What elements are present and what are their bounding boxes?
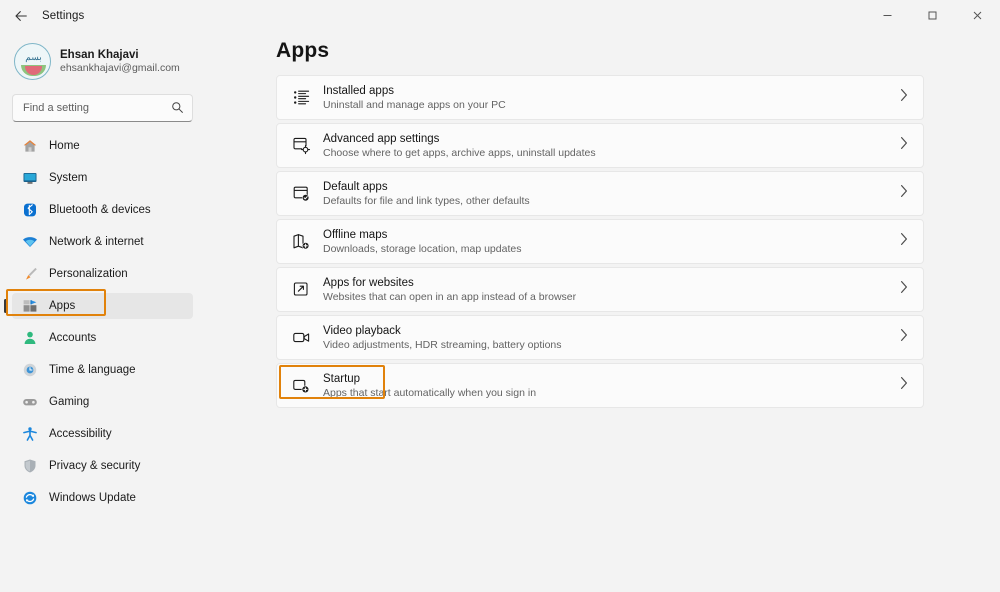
close-icon — [973, 11, 982, 20]
wifi-icon — [23, 237, 37, 247]
chevron-right-icon — [899, 328, 909, 347]
gamepad-icon — [23, 399, 37, 406]
sidebar-item-label: Accounts — [49, 332, 97, 344]
offline-maps-icon — [289, 230, 313, 254]
sidebar-item-label: Apps — [49, 300, 76, 312]
sidebar-item-label: Personalization — [49, 268, 128, 280]
apps-icon — [23, 300, 37, 312]
close-button[interactable] — [955, 0, 1000, 31]
arrow-left-icon — [15, 10, 27, 21]
sidebar-nav: Home System Bluetooth & devices Network … — [0, 133, 205, 511]
chevron-right-icon — [899, 136, 909, 155]
account-email: ehsankhajavi@gmail.com — [60, 62, 180, 74]
maximize-icon — [928, 11, 937, 20]
accessibility-icon — [23, 427, 37, 441]
row-subtitle: Defaults for file and link types, other … — [323, 194, 530, 207]
chevron-right-icon — [899, 280, 909, 299]
apps-for-websites-icon — [289, 278, 313, 302]
back-button[interactable] — [6, 2, 36, 30]
clock-icon — [23, 363, 37, 377]
window-controls — [865, 0, 1000, 31]
maximize-button[interactable] — [910, 0, 955, 31]
sidebar-item-label: Home — [49, 140, 80, 152]
home-icon — [23, 140, 37, 152]
sidebar-item-network-internet[interactable]: Network & internet — [12, 229, 193, 255]
row-subtitle: Downloads, storage location, map updates — [323, 242, 522, 255]
row-title: Offline maps — [323, 228, 388, 241]
sidebar-item-label: Bluetooth & devices — [49, 204, 151, 216]
sidebar: بسم Ehsan Khajavi ehsankhajavi@gmail.com — [0, 31, 205, 592]
row-title: Startup — [323, 372, 361, 385]
startup-icon — [289, 374, 313, 398]
sidebar-item-accounts[interactable]: Accounts — [12, 325, 193, 351]
installed-apps-icon — [289, 86, 313, 110]
account-tile[interactable]: بسم Ehsan Khajavi ehsankhajavi@gmail.com — [0, 31, 205, 83]
settings-window: Settings بسم Ehsan Khajavi ehsankhajavi@… — [0, 0, 1000, 592]
row-subtitle: Video adjustments, HDR streaming, batter… — [323, 338, 562, 351]
video-playback-icon — [289, 326, 313, 350]
default-apps-icon — [289, 182, 313, 206]
account-name: Ehsan Khajavi — [60, 49, 139, 61]
settings-row-advanced-app-settings[interactable]: Advanced app settings Choose where to ge… — [276, 123, 924, 168]
row-subtitle: Apps that start automatically when you s… — [323, 386, 537, 399]
row-title: Default apps — [323, 180, 388, 193]
minimize-button[interactable] — [865, 0, 910, 31]
sidebar-item-accessibility[interactable]: Accessibility — [12, 421, 193, 447]
row-subtitle: Choose where to get apps, archive apps, … — [323, 146, 596, 159]
row-title: Advanced app settings — [323, 132, 440, 145]
sidebar-item-label: Accessibility — [49, 428, 112, 440]
chevron-right-icon — [899, 88, 909, 107]
sidebar-item-label: Windows Update — [49, 492, 136, 504]
settings-row-startup[interactable]: Startup Apps that start automatically wh… — [276, 363, 924, 408]
sidebar-item-label: Privacy & security — [49, 460, 141, 472]
row-title: Video playback — [323, 324, 401, 337]
chevron-right-icon — [899, 184, 909, 203]
page-title: Apps — [276, 39, 330, 62]
paintbrush-icon — [26, 267, 37, 280]
settings-row-apps-for-websites[interactable]: Apps for websites Websites that can open… — [276, 267, 924, 312]
sidebar-item-bluetooth-devices[interactable]: Bluetooth & devices — [12, 197, 193, 223]
settings-card-list: Installed apps Uninstall and manage apps… — [276, 75, 924, 411]
sidebar-item-privacy-security[interactable]: Privacy & security — [12, 453, 193, 479]
settings-row-offline-maps[interactable]: Offline maps Downloads, storage location… — [276, 219, 924, 264]
chevron-right-icon — [899, 376, 909, 395]
sidebar-item-label: Gaming — [49, 396, 90, 408]
sidebar-item-gaming[interactable]: Gaming — [12, 389, 193, 415]
row-title: Apps for websites — [323, 276, 414, 289]
settings-row-video-playback[interactable]: Video playback Video adjustments, HDR st… — [276, 315, 924, 360]
shield-icon — [24, 459, 36, 473]
update-icon — [23, 491, 37, 505]
search-container — [0, 83, 205, 122]
sidebar-item-personalization[interactable]: Personalization — [12, 261, 193, 287]
title-bar: Settings — [0, 0, 1000, 31]
row-subtitle: Websites that can open in an app instead… — [323, 290, 577, 303]
avatar-script-art: بسم — [25, 52, 42, 62]
main-content: Apps Installed apps Uninstall and manage… — [205, 31, 1000, 592]
settings-row-installed-apps[interactable]: Installed apps Uninstall and manage apps… — [276, 75, 924, 120]
sidebar-item-time-language[interactable]: Time & language — [12, 357, 193, 383]
settings-row-default-apps[interactable]: Default apps Defaults for file and link … — [276, 171, 924, 216]
minimize-icon — [883, 15, 892, 16]
bluetooth-icon — [24, 203, 36, 217]
person-icon — [24, 331, 36, 344]
sidebar-item-label: System — [49, 172, 88, 184]
search-icon — [171, 101, 184, 119]
window-title: Settings — [42, 9, 85, 22]
sidebar-item-label: Network & internet — [49, 236, 144, 248]
search-input[interactable] — [13, 95, 192, 121]
row-title: Installed apps — [323, 84, 394, 97]
sidebar-item-windows-update[interactable]: Windows Update — [12, 485, 193, 511]
avatar: بسم — [14, 43, 51, 80]
sidebar-item-apps[interactable]: Apps — [4, 293, 193, 319]
advanced-app-settings-icon — [289, 134, 313, 158]
sidebar-item-label: Time & language — [49, 364, 136, 376]
chevron-right-icon — [899, 232, 909, 251]
sidebar-item-system[interactable]: System — [12, 165, 193, 191]
search-box[interactable] — [12, 94, 193, 122]
monitor-icon — [23, 173, 37, 184]
sidebar-item-home[interactable]: Home — [12, 133, 193, 159]
row-subtitle: Uninstall and manage apps on your PC — [323, 98, 506, 111]
